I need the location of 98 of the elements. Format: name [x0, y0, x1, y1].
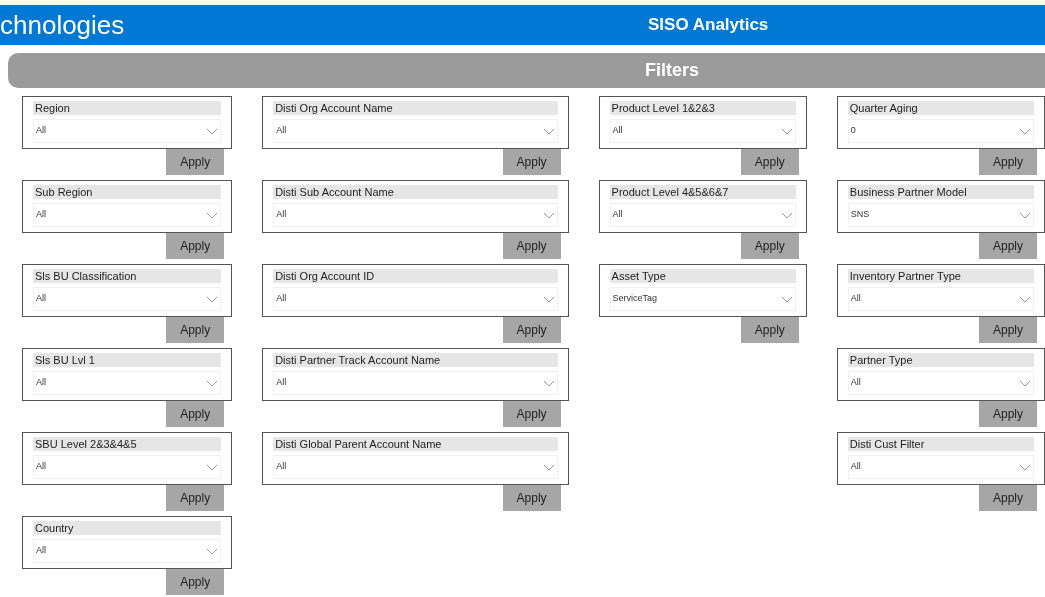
dropdown-value: All	[850, 460, 861, 474]
chevron-down-icon	[206, 211, 219, 219]
dropdown[interactable]: All	[847, 455, 1034, 479]
logo-text: chnologies	[0, 12, 126, 38]
dropdown-value: All	[276, 124, 287, 138]
filter-label: Disti Org Account Name	[273, 101, 558, 115]
dropdown[interactable]: All	[847, 371, 1034, 395]
chevron-down-icon	[206, 379, 219, 387]
apply-button[interactable]: Apply	[166, 401, 225, 427]
dropdown-value: All	[276, 292, 287, 306]
apply-button[interactable]: Apply	[166, 233, 225, 259]
chevron-down-icon	[542, 211, 555, 219]
apply-button[interactable]: Apply	[166, 149, 225, 175]
filter-label: Disti Sub Account Name	[273, 185, 558, 199]
dropdown-value: All	[850, 292, 861, 306]
dropdown[interactable]: All	[609, 203, 796, 227]
dropdown[interactable]: All	[273, 455, 558, 479]
chevron-down-icon	[542, 379, 555, 387]
apply-button[interactable]: Apply	[502, 149, 561, 175]
apply-button[interactable]: Apply	[979, 317, 1037, 343]
dropdown-value: All	[36, 460, 46, 474]
filter-label: Sls BU Lvl 1	[33, 353, 222, 367]
filter-label: Sub Region	[33, 185, 222, 199]
filter-label: Business Partner Model	[847, 185, 1034, 199]
chevron-down-icon	[1019, 211, 1031, 219]
filter-label: Product Level 1&2&3	[609, 101, 796, 115]
filter-label: Disti Org Account ID	[273, 269, 558, 283]
chevron-down-icon	[780, 211, 793, 219]
dropdown[interactable]: ServiceTag	[609, 287, 796, 311]
dropdown[interactable]: All	[273, 371, 558, 395]
apply-button[interactable]: Apply	[166, 485, 225, 511]
apply-button[interactable]: Apply	[502, 401, 561, 427]
dropdown[interactable]: All	[273, 119, 558, 143]
chevron-down-icon	[206, 547, 219, 555]
apply-button[interactable]: Apply	[166, 569, 225, 595]
dropdown-value: All	[36, 376, 46, 390]
apply-button[interactable]: Apply	[166, 317, 225, 343]
filter-label: Country	[33, 521, 222, 535]
dropdown[interactable]: All	[33, 119, 222, 143]
chevron-down-icon	[206, 463, 219, 471]
dropdown[interactable]: All	[33, 539, 222, 563]
dropdown-value: SNS	[850, 208, 870, 222]
dropdown-value: All	[36, 124, 46, 138]
filters-title: Filters	[645, 59, 700, 82]
dropdown[interactable]: All	[33, 455, 222, 479]
filter-label: Disti Global Parent Account Name	[273, 437, 558, 451]
chevron-down-icon	[542, 127, 555, 135]
filter-label: Region	[33, 101, 222, 115]
dropdown[interactable]: All	[273, 203, 558, 227]
dropdown-value: All	[276, 376, 287, 390]
chevron-down-icon	[1019, 127, 1031, 135]
dropdown[interactable]: All	[847, 287, 1034, 311]
dropdown[interactable]: All	[33, 203, 222, 227]
filter-label: Product Level 4&5&6&7	[609, 185, 796, 199]
apply-button[interactable]: Apply	[502, 485, 561, 511]
apply-button[interactable]: Apply	[979, 149, 1037, 175]
dropdown-value: All	[36, 544, 46, 558]
chevron-down-icon	[1019, 463, 1031, 471]
chevron-down-icon	[780, 127, 793, 135]
chevron-down-icon	[1019, 295, 1031, 303]
dropdown-value: All	[276, 460, 287, 474]
dropdown-value: All	[276, 208, 287, 222]
chevron-down-icon	[1019, 379, 1031, 387]
dropdown-value: All	[612, 124, 623, 138]
dropdown[interactable]: All	[273, 287, 558, 311]
dropdown[interactable]: All	[609, 119, 796, 143]
apply-button[interactable]: Apply	[502, 233, 561, 259]
dropdown[interactable]: All	[33, 287, 222, 311]
chevron-down-icon	[542, 463, 555, 471]
filter-label: Asset Type	[609, 269, 796, 283]
apply-button[interactable]: Apply	[979, 485, 1037, 511]
chevron-down-icon	[206, 295, 219, 303]
filter-label: Inventory Partner Type	[847, 269, 1034, 283]
apply-button[interactable]: Apply	[740, 233, 799, 259]
dropdown-value: All	[612, 208, 623, 222]
dropdown-value: All	[850, 376, 861, 390]
filter-label: Disti Cust Filter	[847, 437, 1034, 451]
apply-button[interactable]: Apply	[740, 149, 799, 175]
chevron-down-icon	[780, 295, 793, 303]
filter-label: Partner Type	[847, 353, 1034, 367]
dropdown[interactable]: 0	[847, 119, 1034, 143]
dropdown-value: ServiceTag	[612, 292, 658, 306]
apply-button[interactable]: Apply	[979, 233, 1037, 259]
chevron-down-icon	[542, 295, 555, 303]
dropdown[interactable]: All	[33, 371, 222, 395]
filter-label: Quarter Aging	[847, 101, 1034, 115]
filter-label: SBU Level 2&3&4&5	[33, 437, 222, 451]
dropdown-value: All	[36, 208, 46, 222]
dropdown-value: All	[36, 292, 46, 306]
dropdown-value: 0	[850, 124, 856, 138]
apply-button[interactable]: Apply	[979, 401, 1037, 427]
filter-label: Sls BU Classification	[33, 269, 222, 283]
dropdown[interactable]: SNS	[847, 203, 1034, 227]
apply-button[interactable]: Apply	[502, 317, 561, 343]
filter-label: Disti Partner Track Account Name	[273, 353, 558, 367]
app-title: SISO Analytics	[648, 14, 769, 37]
apply-button[interactable]: Apply	[740, 317, 799, 343]
chevron-down-icon	[206, 127, 219, 135]
